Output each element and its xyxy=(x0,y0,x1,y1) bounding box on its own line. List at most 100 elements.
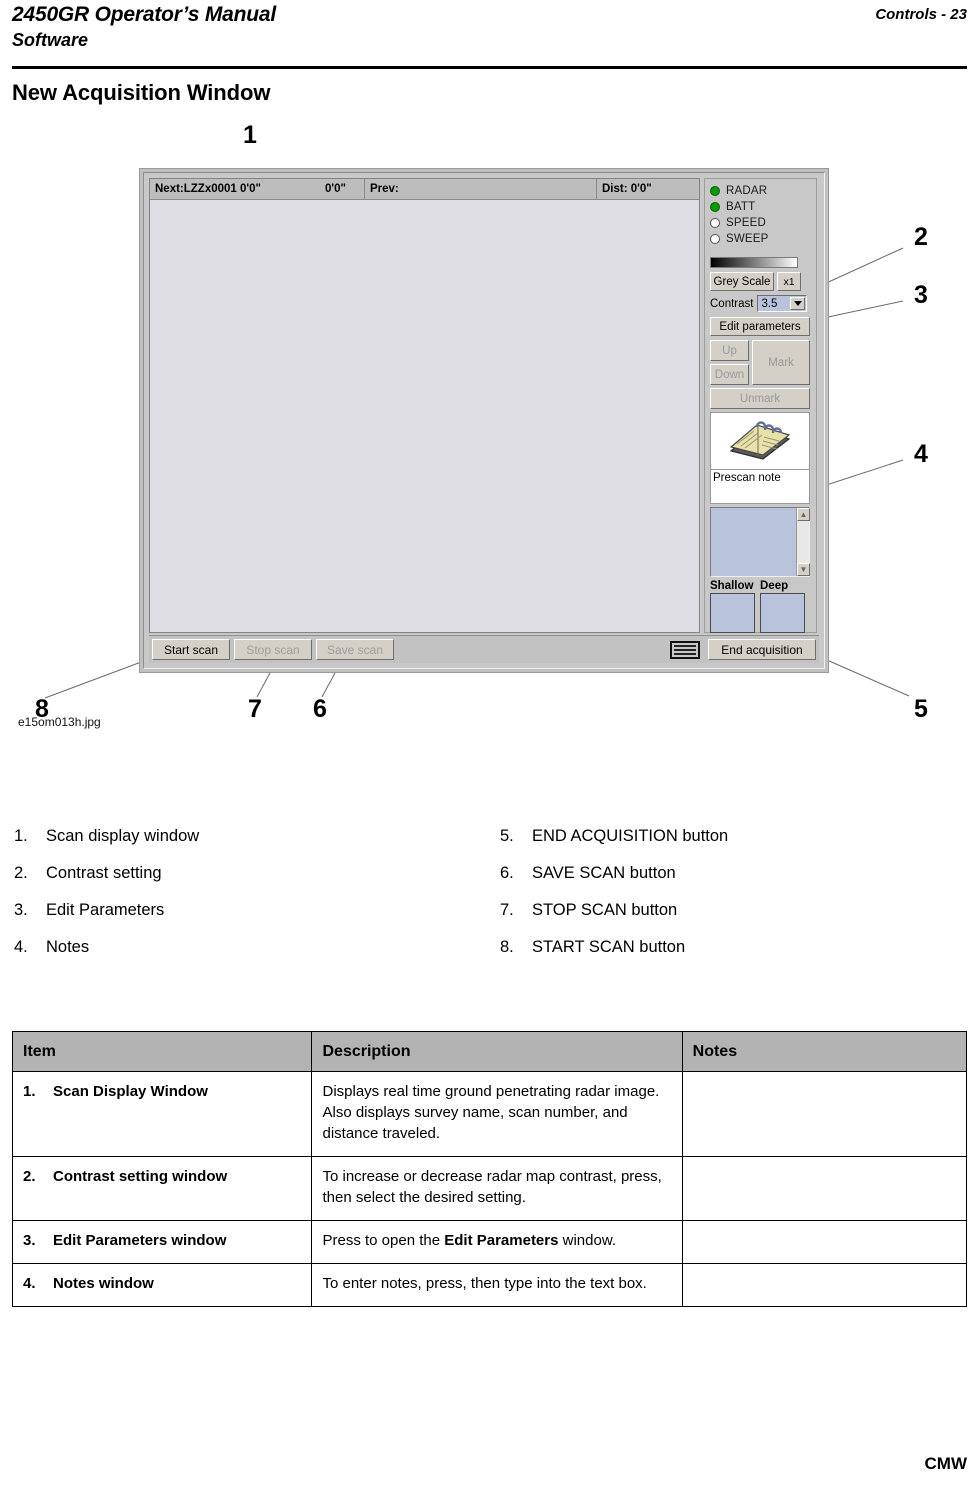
up-down-column: Up Down xyxy=(710,340,749,385)
table-row: 4. Notes window To enter notes, press, t… xyxy=(11,1263,968,1307)
legend-item: 5. END ACQUISITION button xyxy=(500,818,728,855)
cell-notes xyxy=(681,1156,968,1221)
callout-4: 4 xyxy=(914,440,928,468)
figure-caption: e15om013h.jpg xyxy=(18,715,101,729)
cell-notes xyxy=(681,1263,968,1307)
desc-pre: To increase or decrease radar map contra… xyxy=(322,1168,662,1206)
callout-5: 5 xyxy=(914,695,928,723)
save-scan-button[interactable]: Save scan xyxy=(316,639,394,660)
legend-label: SAVE SCAN button xyxy=(532,864,676,882)
legend-number: 2. xyxy=(14,864,28,882)
legend-label: START SCAN button xyxy=(532,938,686,956)
prescan-note-field[interactable]: Prescan note xyxy=(710,470,810,504)
cell-item: 1. Scan Display Window xyxy=(11,1071,313,1157)
contrast-label: Contrast xyxy=(710,297,754,310)
header-divider xyxy=(12,66,967,69)
legend-item: 8. START SCAN button xyxy=(500,929,728,966)
row-item-label: Edit Parameters window xyxy=(53,1232,227,1249)
manual-title: 2450GR Operator’s Manual xyxy=(12,3,277,26)
scroll-up-icon[interactable]: ▲ xyxy=(797,508,810,521)
keyboard-icon[interactable] xyxy=(670,640,700,659)
contrast-dropdown[interactable]: 3.5 xyxy=(757,295,808,312)
callout-2: 2 xyxy=(914,223,928,251)
greyscale-gradient-bar xyxy=(710,257,798,268)
mark-controls: Up Down Mark Unmark xyxy=(710,340,810,409)
contrast-setting-row: Contrast 3.5 xyxy=(710,295,812,312)
row-number: 3. xyxy=(23,1232,36,1249)
cell-description: To enter notes, press, then type into th… xyxy=(311,1263,683,1307)
cell-description: To increase or decrease radar map contra… xyxy=(311,1156,683,1221)
legend-column-left: 1. Scan display window 2. Contrast setti… xyxy=(14,818,199,966)
depth-labels: Shallow Deep xyxy=(710,580,810,592)
radar-led-label: RADAR xyxy=(726,185,768,197)
legend-label: Scan display window xyxy=(46,827,200,845)
contrast-value: 3.5 xyxy=(761,297,778,310)
row-number: 2. xyxy=(23,1168,36,1185)
legend-label: END ACQUISITION button xyxy=(532,827,729,845)
grey-scale-button[interactable]: Grey Scale xyxy=(710,272,774,291)
shallow-label: Shallow xyxy=(710,580,754,592)
desc-bold: Edit Parameters xyxy=(444,1232,559,1249)
notes-icon-box[interactable] xyxy=(710,412,810,470)
down-button[interactable]: Down xyxy=(710,364,749,385)
chevron-down-icon[interactable] xyxy=(790,297,806,310)
scan-info-bar: Next:LZZx0001 0'0" 0'0" Prev: Dist: 0'0" xyxy=(150,179,699,200)
row-item-label: Notes window xyxy=(53,1275,154,1292)
legend-number: 1. xyxy=(14,827,28,845)
up-button[interactable]: Up xyxy=(710,340,749,361)
sweep-led-label: SWEEP xyxy=(726,233,769,245)
status-led-speed: SPEED xyxy=(710,215,812,231)
batt-led-icon xyxy=(710,202,720,212)
stop-scan-button[interactable]: Stop scan xyxy=(234,639,312,660)
figure-legend: 1. Scan display window 2. Contrast setti… xyxy=(0,818,979,963)
cell-item: 3. Edit Parameters window xyxy=(11,1220,313,1264)
notes-scrollbar[interactable]: ▲ ▼ xyxy=(796,508,810,576)
greyscale-row: Grey Scale x1 xyxy=(710,272,812,291)
legend-number: 3. xyxy=(14,901,28,919)
desc-post: window. xyxy=(558,1232,617,1249)
row-item-label: Contrast setting window xyxy=(53,1168,228,1185)
acquisition-toolbar: Start scan Stop scan Save scan End acqui… xyxy=(149,635,819,663)
status-led-batt: BATT xyxy=(710,199,812,215)
cell-notes xyxy=(681,1071,968,1157)
zoom-x1-button[interactable]: x1 xyxy=(777,272,801,291)
shallow-box[interactable] xyxy=(710,593,755,633)
control-panel: RADAR BATT SPEED SWEEP Grey Scale x1 Con… xyxy=(704,178,817,633)
unmark-button[interactable]: Unmark xyxy=(710,388,810,409)
legend-item: 7. STOP SCAN button xyxy=(500,892,728,929)
legend-number: 6. xyxy=(500,864,514,882)
acquisition-window-inner: Next:LZZx0001 0'0" 0'0" Prev: Dist: 0'0"… xyxy=(143,172,825,669)
legend-label: Edit Parameters xyxy=(46,901,165,919)
cell-item: 2. Contrast setting window xyxy=(11,1156,313,1221)
callout-6: 6 xyxy=(313,695,327,723)
legend-item: 1. Scan display window xyxy=(14,818,199,855)
end-acquisition-button[interactable]: End acquisition xyxy=(708,639,816,660)
status-led-radar: RADAR xyxy=(710,183,812,199)
previous-scan-label: Prev: xyxy=(364,179,596,199)
header-notes: Notes xyxy=(681,1031,968,1072)
scan-display-window[interactable]: Next:LZZx0001 0'0" 0'0" Prev: Dist: 0'0" xyxy=(149,178,700,633)
controls-table: Item Description Notes 1. Scan Display W… xyxy=(11,1031,968,1307)
scroll-down-icon[interactable]: ▼ xyxy=(797,563,810,576)
scan-canvas[interactable] xyxy=(150,200,699,632)
deep-label: Deep xyxy=(760,580,789,592)
legend-number: 8. xyxy=(500,938,514,956)
header-description: Description xyxy=(311,1031,683,1072)
notes-text-area[interactable]: ▲ ▼ xyxy=(710,507,810,577)
desc-pre: Press to open the xyxy=(322,1232,445,1249)
desc-pre: Displays real time ground penetrating ra… xyxy=(322,1083,660,1142)
callout-3: 3 xyxy=(914,281,928,309)
row-number: 4. xyxy=(23,1275,36,1292)
legend-number: 7. xyxy=(500,901,514,919)
table-row: 2. Contrast setting window To increase o… xyxy=(11,1156,968,1221)
next-scan-label: Next:LZZx0001 0'0" xyxy=(155,183,261,195)
table-row: 3. Edit Parameters window Press to open … xyxy=(11,1220,968,1264)
notebook-icon xyxy=(729,421,791,460)
mark-button[interactable]: Mark xyxy=(752,340,810,385)
deep-box[interactable] xyxy=(760,593,805,633)
speed-led-icon xyxy=(710,218,720,228)
legend-label: STOP SCAN button xyxy=(532,901,678,919)
edit-parameters-button[interactable]: Edit parameters xyxy=(710,317,810,336)
start-scan-button[interactable]: Start scan xyxy=(152,639,230,660)
legend-number: 5. xyxy=(500,827,514,845)
